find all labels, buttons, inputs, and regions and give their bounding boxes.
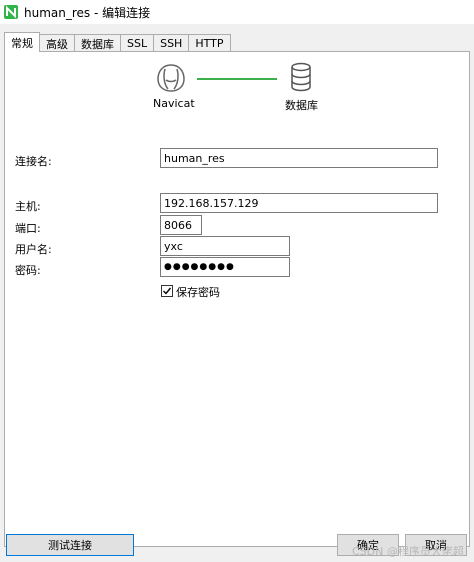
password-label: 密码: <box>15 264 41 277</box>
tab-ssh[interactable]: SSH <box>153 34 190 52</box>
navicat-label: Navicat <box>153 97 195 110</box>
host-label: 主机: <box>15 200 41 213</box>
watermark: CSDN @程序员大佬超 <box>352 545 464 558</box>
port-label: 端口: <box>15 222 41 235</box>
database-icon <box>291 62 311 92</box>
save-password-label: 保存密码 <box>176 286 220 299</box>
title-bar: human_res - 编辑连接 <box>0 0 474 24</box>
tab-advanced[interactable]: 高级 <box>39 34 75 52</box>
connection-name-input[interactable]: human_res <box>160 148 438 168</box>
tab-ssl[interactable]: SSL <box>120 34 155 52</box>
navicat-icon <box>157 64 185 92</box>
username-input[interactable]: yxc <box>160 236 290 256</box>
database-label: 数据库 <box>285 99 318 112</box>
tab-bar: 常规 高级 数据库 SSL SSH HTTP <box>4 32 231 52</box>
username-label: 用户名: <box>15 243 52 256</box>
port-input[interactable]: 8066 <box>160 215 202 235</box>
checkmark-icon <box>163 287 172 295</box>
tab-general[interactable]: 常规 <box>4 32 40 52</box>
navicat-logo-icon <box>4 5 18 19</box>
host-input[interactable]: 192.168.157.129 <box>160 193 438 213</box>
dialog-body: 常规 高级 数据库 SSL SSH HTTP Navicat 数据库 连接名: … <box>0 24 474 562</box>
save-password-checkbox[interactable] <box>161 285 173 297</box>
general-panel: Navicat 数据库 连接名: human_res 主机: 192.168.1… <box>4 51 470 547</box>
window-title: human_res - 编辑连接 <box>24 5 151 20</box>
password-input[interactable]: ●●●●●●●● <box>160 257 290 277</box>
tab-http[interactable]: HTTP <box>188 34 231 52</box>
connection-name-label: 连接名: <box>15 155 52 168</box>
test-connection-button[interactable]: 测试连接 <box>6 534 134 556</box>
connection-diagram: Navicat 数据库 <box>5 52 469 142</box>
tab-databases[interactable]: 数据库 <box>74 34 121 52</box>
connection-line <box>197 78 277 80</box>
